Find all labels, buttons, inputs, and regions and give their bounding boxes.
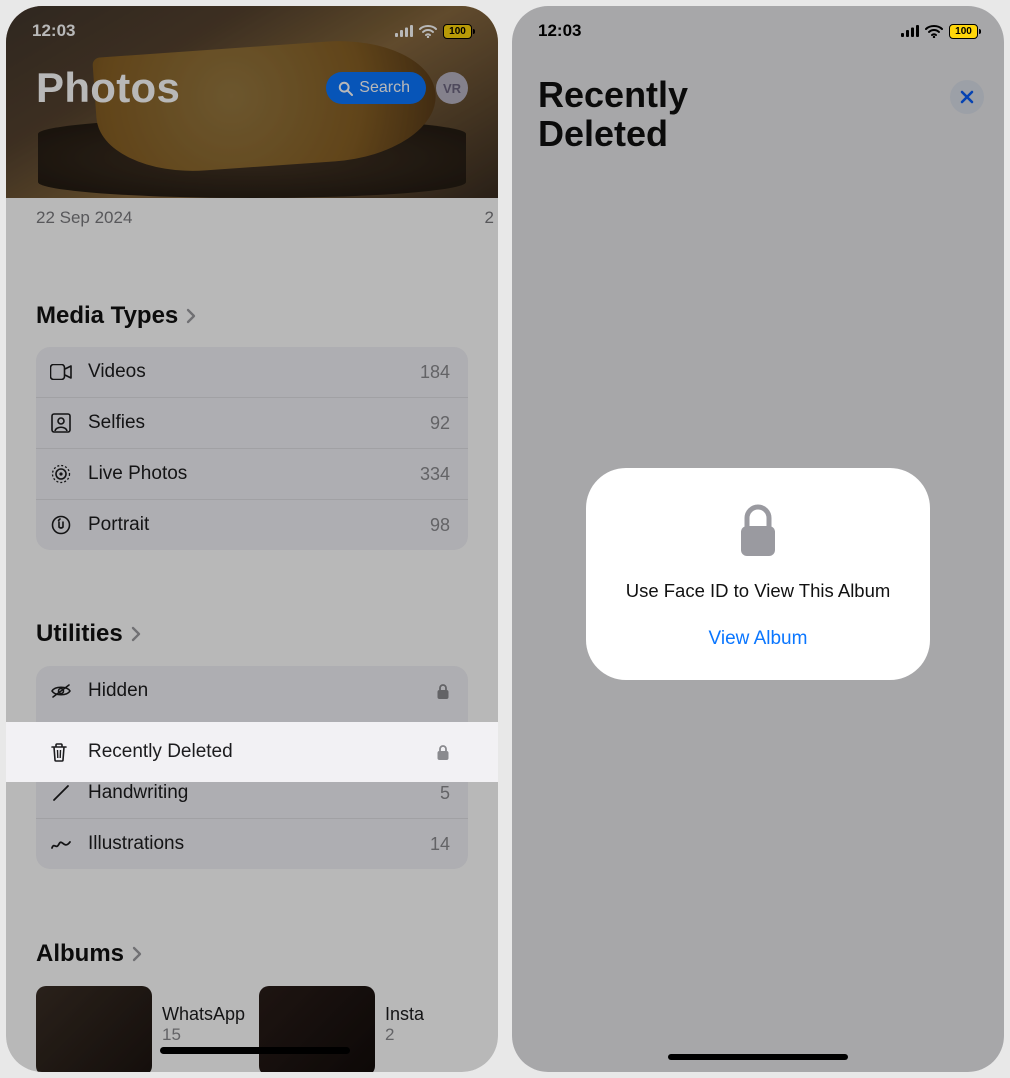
battery-level: 100 <box>955 26 972 37</box>
utilities-header[interactable]: Utilities <box>36 620 468 648</box>
status-icons: 100 <box>901 24 978 39</box>
lock-icon <box>735 502 781 560</box>
search-button[interactable]: Search <box>326 72 426 104</box>
album-whatsapp[interactable]: WhatsApp 15 <box>36 986 245 1072</box>
avatar-initials: VR <box>443 81 461 96</box>
selfie-icon <box>50 412 72 434</box>
search-label: Search <box>359 79 410 97</box>
row-count: 334 <box>420 464 450 485</box>
screenshot-left: 12:03 100 Photos Search VR 22 Sep 2024 2 <box>6 6 498 1072</box>
battery-icon: 100 <box>949 24 978 39</box>
trash-icon <box>50 742 72 762</box>
album-insta[interactable]: Insta 2 <box>259 986 424 1072</box>
page-title: Photos <box>36 64 180 112</box>
row-label: Recently Deleted <box>88 741 420 763</box>
row-livephotos[interactable]: Live Photos 334 <box>36 448 468 499</box>
row-hidden[interactable]: Hidden <box>36 666 468 716</box>
cellular-icon <box>395 25 413 37</box>
album-thumb <box>36 986 152 1072</box>
battery-level: 100 <box>449 26 466 37</box>
handwriting-icon <box>50 782 72 804</box>
row-label: Videos <box>88 361 404 383</box>
album-count: 15 <box>162 1025 245 1045</box>
portrait-icon <box>50 514 72 536</box>
row-label: Portrait <box>88 514 414 536</box>
row-illustrations[interactable]: Illustrations 14 <box>36 818 468 869</box>
row-count: 5 <box>440 783 450 804</box>
view-album-button[interactable]: View Album <box>709 628 808 650</box>
row-label: Illustrations <box>88 833 414 855</box>
row-label: Live Photos <box>88 463 404 485</box>
status-bar: 12:03 100 <box>6 6 498 56</box>
hidden-icon <box>50 680 72 702</box>
home-indicator[interactable] <box>668 1054 848 1060</box>
illustrations-icon <box>50 833 72 855</box>
battery-icon: 100 <box>443 24 472 39</box>
row-count: 184 <box>420 362 450 383</box>
lock-icon <box>436 744 450 761</box>
row-label: Hidden <box>88 680 420 702</box>
row-count: 14 <box>430 834 450 855</box>
status-time: 12:03 <box>538 21 581 41</box>
album-thumb <box>259 986 375 1072</box>
live-photos-icon <box>50 463 72 485</box>
status-icons: 100 <box>395 24 472 39</box>
chevron-right-icon <box>132 946 142 962</box>
section-title: Albums <box>36 940 124 968</box>
albums-header[interactable]: Albums <box>36 940 468 968</box>
row-label: Handwriting <box>88 782 424 804</box>
chevron-right-icon <box>186 308 196 324</box>
row-portrait[interactable]: Portrait 98 <box>36 499 468 550</box>
media-types-header[interactable]: Media Types <box>36 302 468 330</box>
album-name: Insta <box>385 1004 424 1025</box>
album-name: WhatsApp <box>162 1004 245 1025</box>
cellular-icon <box>901 25 919 37</box>
chevron-right-icon <box>131 626 141 642</box>
wifi-icon <box>419 25 437 38</box>
search-icon <box>338 81 353 96</box>
status-time: 12:03 <box>32 21 75 41</box>
row-label: Selfies <box>88 412 414 434</box>
media-types-card: Videos 184 Selfies 92 Live Photos 334 Po… <box>36 347 468 550</box>
scroll-indicator[interactable] <box>160 1047 350 1054</box>
albums: WhatsApp 15 Insta 2 <box>36 986 498 1072</box>
modal-text: Use Face ID to View This Album <box>626 580 891 602</box>
album-count: 2 <box>385 1025 424 1045</box>
row-videos[interactable]: Videos 184 <box>36 347 468 397</box>
row-count: 98 <box>430 515 450 536</box>
date-label-peek: 2 <box>485 208 494 228</box>
section-title: Media Types <box>36 302 178 330</box>
row-recently-deleted[interactable]: Recently Deleted <box>6 722 498 782</box>
status-bar: 12:03 100 <box>512 6 1004 56</box>
header: Photos Search VR <box>36 64 468 112</box>
section-title: Utilities <box>36 620 123 648</box>
screenshot-right: 12:03 100 Recently Deleted Use Face ID t… <box>512 6 1004 1072</box>
avatar[interactable]: VR <box>436 72 468 104</box>
faceid-modal: Use Face ID to View This Album View Albu… <box>586 468 930 680</box>
wifi-icon <box>925 25 943 38</box>
row-count: 92 <box>430 413 450 434</box>
date-label: 22 Sep 2024 <box>36 208 132 228</box>
row-selfies[interactable]: Selfies 92 <box>36 397 468 448</box>
video-icon <box>50 361 72 383</box>
lock-icon <box>436 683 450 700</box>
